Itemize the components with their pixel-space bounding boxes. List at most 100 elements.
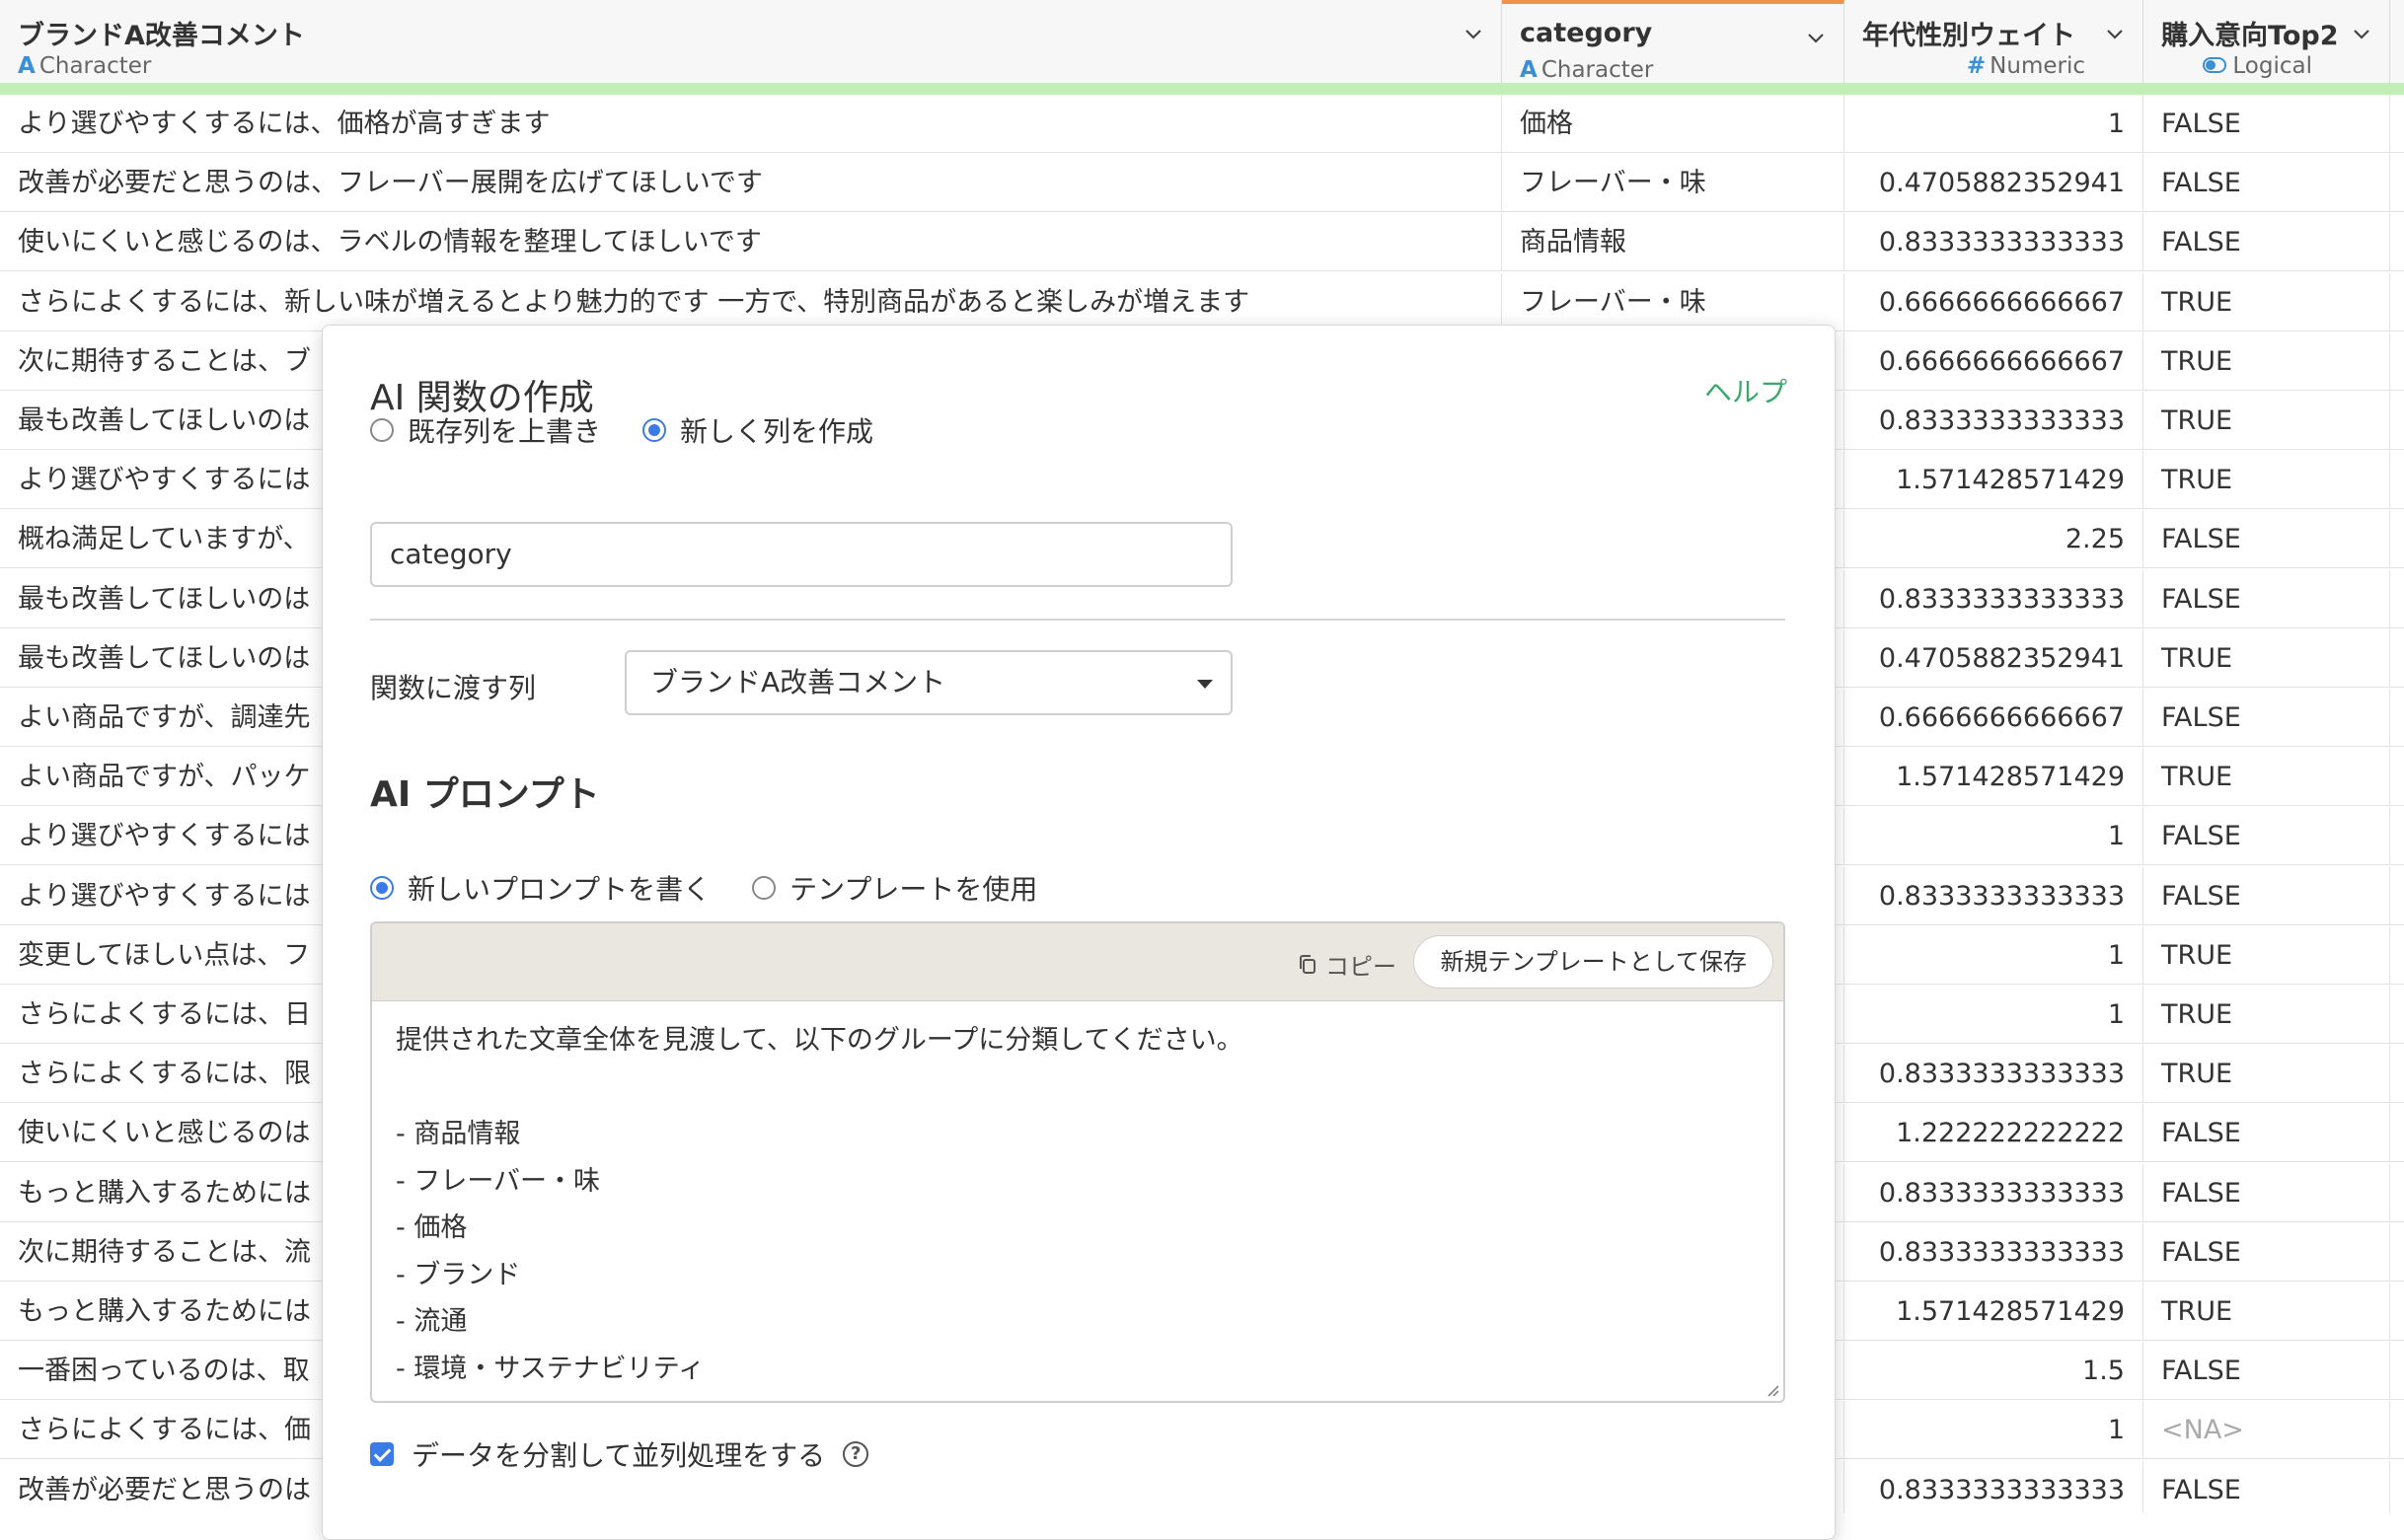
table-cell[interactable]: TRUE <box>2143 1045 2390 1104</box>
table-cell[interactable]: 改善が必要だと思うのは、フレーバー展開を広げてほしいです <box>0 154 1502 213</box>
table-cell[interactable]: フレーバー・味 <box>1502 272 1844 331</box>
table-cell[interactable]: FALSE <box>2143 1163 2390 1222</box>
table-cell[interactable]: FALSE <box>2143 689 2390 747</box>
table-cell[interactable]: FALSE <box>2143 569 2390 628</box>
table-cell[interactable]: 0.8333333333333 <box>1844 1045 2143 1104</box>
radio-circle[interactable] <box>752 876 777 900</box>
table-cell[interactable]: 1.222222222222 <box>1844 1104 2143 1163</box>
chevron-down-icon[interactable] <box>2103 22 2127 45</box>
table-row[interactable]: より選びやすくするには、価格が高すぎます 価格 1 FALSE <box>0 95 2404 153</box>
table-cell[interactable]: 0.6666666666667 <box>1844 272 2143 331</box>
table-cell[interactable]: FALSE <box>2143 1104 2390 1163</box>
radio-circle-selected[interactable] <box>642 418 667 442</box>
table-cell[interactable]: 0.6666666666667 <box>1844 689 2143 747</box>
column-header[interactable]: ブランドA改善コメント A Character <box>0 0 1502 83</box>
table-cell[interactable]: FALSE <box>2143 1342 2390 1401</box>
table-cell[interactable]: TRUE <box>2143 272 2390 331</box>
table-row[interactable]: 使いにくいと感じるのは、ラベルの情報を整理してほしいです 商品情報 0.833333… <box>0 213 2404 272</box>
radio-new-column-label: 新しく列を作成 <box>680 415 874 448</box>
table-cell[interactable]: より選びやすくするには、価格が高すぎます <box>0 95 1502 153</box>
table-cell[interactable]: 商品情報 <box>1502 213 1844 272</box>
table-row[interactable]: さらによくするには、新しい味が増えるとより魅力的です 一方で、特別商品があると楽… <box>0 272 2404 331</box>
table-cell[interactable]: 1 <box>1844 986 2143 1044</box>
table-cell[interactable]: 0.8333333333333 <box>1844 1222 2143 1282</box>
parallel-processing-option[interactable]: データを分割して並列処理をする ? <box>370 1434 869 1474</box>
column-header[interactable]: 購入意向Top2 Logical <box>2143 0 2390 83</box>
radio-new-column[interactable]: 新しく列を作成 <box>642 410 873 450</box>
caret-down-icon <box>1197 680 1213 689</box>
table-cell[interactable]: 1 <box>1844 1401 2143 1460</box>
prompt-text[interactable]: 提供された文章全体を見渡して、以下のグループに分類してください。 - 商品情報 - … <box>396 1018 1243 1393</box>
divider <box>370 619 1785 621</box>
table-cell[interactable]: 2.25 <box>1844 510 2143 569</box>
table-cell[interactable]: FALSE <box>2143 1222 2390 1282</box>
help-link[interactable]: ヘルプ <box>1704 371 1787 410</box>
numeric-type-icon: # <box>1966 53 1987 79</box>
parallel-checkbox[interactable] <box>370 1442 394 1466</box>
table-cell[interactable]: 1 <box>1844 925 2143 985</box>
save-template-button[interactable]: 新規テンプレートとして保存 <box>1413 935 1773 989</box>
resize-handle-icon[interactable] <box>1765 1383 1779 1397</box>
column-name: 年代性別ウェイト <box>1862 21 2075 51</box>
chevron-down-icon[interactable] <box>1462 22 1485 45</box>
table-cell[interactable]: FALSE <box>2143 95 2390 153</box>
editor-toolbar: コピー 新規テンプレートとして保存 <box>372 923 1783 1001</box>
table-cell[interactable]: 0.8333333333333 <box>1844 392 2143 450</box>
radio-template[interactable]: テンプレートを使用 <box>752 868 1037 908</box>
table-cell[interactable]: 0.8333333333333 <box>1844 1460 2143 1513</box>
copy-button[interactable]: コピー <box>1298 947 1396 982</box>
chevron-down-icon[interactable] <box>2350 22 2373 45</box>
table-cell[interactable]: 0.8333333333333 <box>1844 1163 2143 1222</box>
chevron-down-icon[interactable] <box>1804 26 1828 49</box>
table-cell[interactable]: TRUE <box>2143 331 2390 391</box>
table-cell[interactable]: 0.6666666666667 <box>1844 331 2143 391</box>
pass-column-value: ブランドA改善コメント <box>650 666 946 698</box>
table-cell[interactable]: 1.571428571429 <box>1844 451 2143 510</box>
help-question-icon[interactable]: ? <box>843 1441 869 1467</box>
radio-circle[interactable] <box>370 418 394 442</box>
table-cell[interactable]: フレーバー・味 <box>1502 154 1844 213</box>
table-cell[interactable]: FALSE <box>2143 1460 2390 1513</box>
table-cell[interactable]: FALSE <box>2143 807 2390 866</box>
table-cell[interactable]: 0.4705882352941 <box>1844 628 2143 688</box>
table-cell[interactable]: 0.8333333333333 <box>1844 866 2143 925</box>
table-cell[interactable]: <NA> <box>2143 1401 2390 1460</box>
column-type: A Character <box>1520 57 1653 83</box>
radio-circle-selected[interactable] <box>370 876 394 900</box>
table-cell[interactable]: 1 <box>1844 95 2143 153</box>
table-cell[interactable]: 0.4705882352941 <box>1844 154 2143 213</box>
prompt-editor[interactable]: コピー 新規テンプレートとして保存 提供された文章全体を見渡して、以下のグループ… <box>370 921 1785 1403</box>
pass-column-select[interactable]: ブランドA改善コメント <box>625 650 1233 715</box>
table-cell[interactable]: FALSE <box>2143 154 2390 213</box>
table-cell[interactable]: FALSE <box>2143 510 2390 569</box>
data-quality-bar <box>0 83 2404 95</box>
radio-new-prompt-label: 新しいプロンプトを書く <box>408 873 712 906</box>
radio-new-prompt[interactable]: 新しいプロンプトを書く <box>370 868 711 908</box>
radio-template-label: テンプレートを使用 <box>789 873 1038 906</box>
table-cell[interactable]: TRUE <box>2143 986 2390 1044</box>
table-cell[interactable]: TRUE <box>2143 925 2390 985</box>
column-name: 購入意向Top2 <box>2161 21 2339 51</box>
table-cell[interactable]: 1.5 <box>1844 1342 2143 1401</box>
table-cell[interactable]: TRUE <box>2143 392 2390 450</box>
radio-overwrite[interactable]: 既存列を上書き <box>370 410 601 450</box>
table-cell[interactable]: 0.8333333333333 <box>1844 213 2143 272</box>
table-cell[interactable]: 使いにくいと感じるのは、ラベルの情報を整理してほしいです <box>0 213 1502 272</box>
column-header[interactable]: category A Character <box>1502 0 1844 83</box>
table-cell[interactable]: FALSE <box>2143 213 2390 272</box>
new-column-name-input[interactable]: category <box>370 522 1233 587</box>
column-header[interactable]: 年代性別ウェイト # Numeric <box>1844 0 2143 83</box>
table-cell[interactable]: さらによくするには、新しい味が増えるとより魅力的です 一方で、特別商品があると楽… <box>0 272 1502 331</box>
table-cell[interactable]: 0.8333333333333 <box>1844 569 2143 628</box>
table-cell[interactable]: TRUE <box>2143 748 2390 807</box>
table-cell[interactable]: 1.571428571429 <box>1844 1283 2143 1341</box>
table-cell[interactable]: FALSE <box>2143 866 2390 925</box>
table-cell[interactable]: TRUE <box>2143 628 2390 688</box>
table-cell[interactable]: 価格 <box>1502 95 1844 153</box>
column-name: ブランドA改善コメント <box>18 21 305 51</box>
table-row[interactable]: 改善が必要だと思うのは、フレーバー展開を広げてほしいです フレーバー・味 0.470… <box>0 154 2404 213</box>
table-cell[interactable]: 1.571428571429 <box>1844 748 2143 807</box>
table-cell[interactable]: 1 <box>1844 807 2143 866</box>
table-cell[interactable]: TRUE <box>2143 1283 2390 1341</box>
table-cell[interactable]: TRUE <box>2143 451 2390 510</box>
